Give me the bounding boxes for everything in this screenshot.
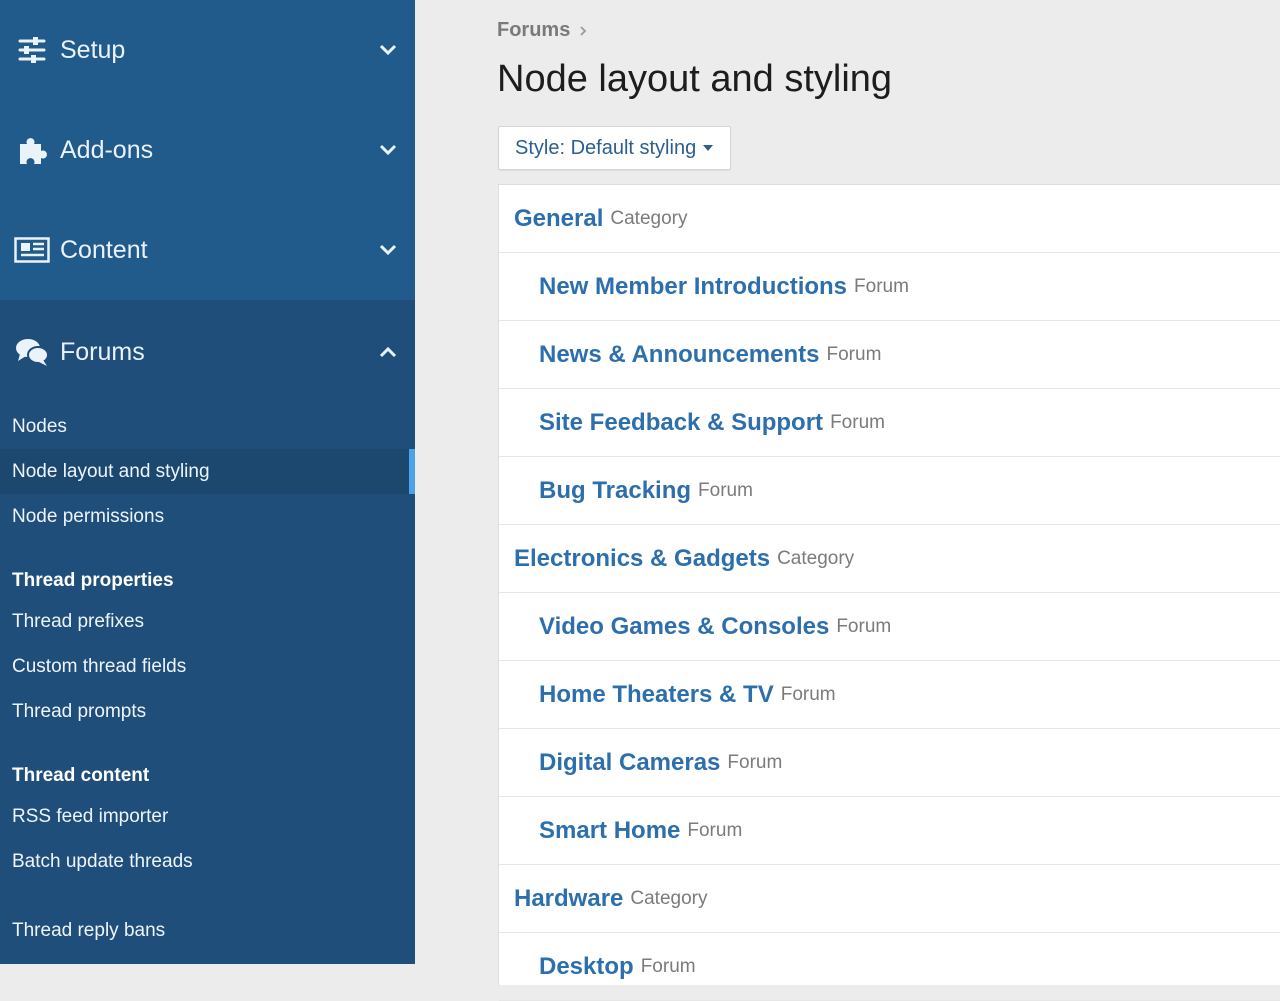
node-title-link[interactable]: General <box>514 205 603 233</box>
chat-bubbles-icon <box>14 334 50 370</box>
sidebar-item-thread-prefixes[interactable]: Thread prefixes <box>0 599 415 644</box>
node-title-link[interactable]: News & Announcements <box>539 341 820 369</box>
admin-sidebar: Setup Add-ons Content Forums Nodes Node … <box>0 0 415 964</box>
node-type-label: Forum <box>687 819 743 841</box>
breadcrumb-link-forums[interactable]: Forums <box>497 19 570 42</box>
breadcrumb: Forums <box>497 19 587 42</box>
node-row-forum[interactable]: Smart Home Forum <box>499 797 1280 865</box>
node-row-category[interactable]: Electronics & Gadgets Category <box>499 525 1280 593</box>
node-title-link[interactable]: Home Theaters & TV <box>539 681 774 709</box>
sidebar-item-custom-thread-fields[interactable]: Custom thread fields <box>0 644 415 689</box>
sidebar-item-batch-update-threads[interactable]: Batch update threads <box>0 839 415 884</box>
sidebar-item-rss-feed-importer[interactable]: RSS feed importer <box>0 794 415 839</box>
node-row-forum[interactable]: Bug Tracking Forum <box>499 457 1280 525</box>
chevron-right-icon <box>579 25 587 37</box>
puzzle-icon <box>14 132 50 168</box>
chevron-down-icon <box>377 39 399 61</box>
node-row-category[interactable]: Hardware Category <box>499 865 1280 933</box>
node-type-label: Forum <box>830 411 885 433</box>
node-row-forum[interactable]: New Member Introductions Forum <box>499 253 1280 321</box>
page-title: Node layout and styling <box>497 58 893 100</box>
node-title-link[interactable]: Bug Tracking <box>539 477 691 505</box>
sidebar-heading-thread-properties: Thread properties <box>12 570 174 591</box>
node-row-forum[interactable]: Video Games & Consoles Forum <box>499 593 1280 661</box>
node-type-label: Forum <box>727 751 783 773</box>
node-type-label: Forum <box>854 275 909 297</box>
sidebar-top-groups: Setup Add-ons Content <box>0 0 415 300</box>
node-type-label: Forum <box>698 479 753 501</box>
node-title-link[interactable]: Hardware <box>514 885 623 913</box>
node-row-forum[interactable]: Home Theaters & TV Forum <box>499 661 1280 729</box>
chevron-down-icon <box>377 139 399 161</box>
sliders-icon <box>14 32 50 68</box>
sidebar-heading-thread-content: Thread content <box>12 765 150 786</box>
node-title-link[interactable]: New Member Introductions <box>539 273 847 301</box>
chevron-up-icon <box>377 341 399 363</box>
newspaper-icon <box>14 232 50 268</box>
node-row-category[interactable]: General Category <box>499 185 1280 253</box>
sidebar-item-nodes[interactable]: Nodes <box>0 404 415 449</box>
nav-group-content[interactable]: Content <box>0 200 415 300</box>
sidebar-item-node-permissions[interactable]: Node permissions <box>0 494 415 539</box>
sidebar-item-node-layout-and-styling[interactable]: Node layout and styling <box>0 449 415 494</box>
sidebar-item-thread-prompts[interactable]: Thread prompts <box>0 689 415 734</box>
node-row-forum[interactable]: Site Feedback & Support Forum <box>499 389 1280 457</box>
node-type-label: Forum <box>780 683 836 705</box>
nav-group-label: Forums <box>60 337 145 366</box>
node-type-label: Forum <box>640 955 696 977</box>
caret-down-icon <box>702 144 714 152</box>
node-type-label: Category <box>777 547 855 569</box>
node-list: General Category New Member Introductions F… <box>498 184 1280 1001</box>
node-type-label: Forum <box>836 615 892 637</box>
node-title-link[interactable]: Desktop <box>539 953 634 981</box>
node-title-link[interactable]: Smart Home <box>539 817 680 845</box>
style-selector-label: Style: Default styling <box>515 136 697 159</box>
node-row-forum[interactable]: News & Announcements Forum <box>499 321 1280 389</box>
nav-group-label: Setup <box>60 35 126 64</box>
nav-group-label: Content <box>60 235 148 264</box>
node-type-label: Category <box>630 887 708 909</box>
node-row-forum[interactable]: Desktop Forum <box>499 933 1280 1001</box>
nav-group-add-ons[interactable]: Add-ons <box>0 100 415 200</box>
sidebar-item-thread-reply-bans[interactable]: Thread reply bans <box>0 908 415 953</box>
nav-group-forums[interactable]: Forums <box>0 300 415 404</box>
node-title-link[interactable]: Video Games & Consoles <box>539 613 829 641</box>
node-row-forum[interactable]: Digital Cameras Forum <box>499 729 1280 797</box>
node-title-link[interactable]: Electronics & Gadgets <box>514 545 770 573</box>
style-selector-button[interactable]: Style: Default styling <box>498 126 732 170</box>
chevron-down-icon <box>377 239 399 261</box>
node-type-label: Forum <box>826 343 882 365</box>
nav-group-label: Add-ons <box>60 135 154 164</box>
node-type-label: Category <box>610 207 688 229</box>
node-title-link[interactable]: Site Feedback & Support <box>539 409 823 437</box>
nav-group-setup[interactable]: Setup <box>0 0 415 100</box>
main-content: Forums Node layout and styling Style: De… <box>415 0 1280 1001</box>
node-title-link[interactable]: Digital Cameras <box>539 749 720 777</box>
